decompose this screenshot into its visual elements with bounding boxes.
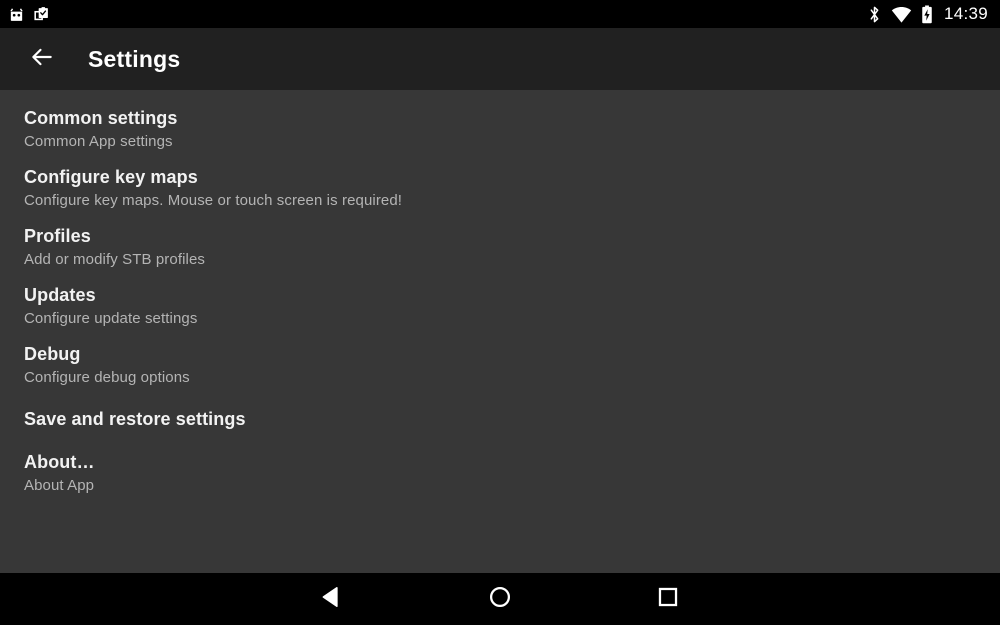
status-bar: 14:39 (0, 0, 1000, 28)
navigation-bar (0, 573, 1000, 625)
wifi-icon (891, 6, 912, 23)
settings-item-title: About… (24, 452, 95, 472)
settings-item-profiles[interactable]: Profiles Add or modify STB profiles (0, 218, 1000, 277)
settings-item-summary: About App (24, 477, 95, 494)
settings-item-configure-key-maps[interactable]: Configure key maps Configure key maps. M… (0, 159, 1000, 218)
settings-item-summary: Add or modify STB profiles (24, 251, 206, 268)
settings-item-debug[interactable]: Debug Configure debug options (0, 336, 1000, 395)
settings-item-title: Debug (24, 344, 81, 364)
settings-item-summary: Common App settings (24, 133, 173, 150)
settings-item-updates[interactable]: Updates Configure update settings (0, 277, 1000, 336)
status-bar-system-icons: 14:39 (867, 4, 988, 24)
settings-item-about[interactable]: About… About App (0, 444, 1000, 503)
settings-item-title: Profiles (24, 226, 91, 246)
settings-list: Common settings Common App settings Conf… (0, 90, 1000, 573)
recents-square-icon (655, 584, 681, 615)
battery-charging-icon (921, 4, 933, 24)
android-device-screen: 14:39 Settings Common settings Common Ap… (0, 0, 1000, 625)
back-triangle-icon (319, 584, 345, 615)
back-button[interactable] (22, 39, 62, 79)
back-arrow-icon (29, 44, 55, 75)
settings-item-title: Save and restore settings (24, 409, 246, 429)
nav-back-button[interactable] (248, 573, 416, 625)
settings-item-title: Configure key maps (24, 167, 198, 187)
bluetooth-icon (867, 5, 882, 24)
home-circle-icon (487, 584, 513, 615)
nav-home-button[interactable] (416, 573, 584, 625)
settings-item-title: Updates (24, 285, 96, 305)
settings-item-title: Common settings (24, 108, 178, 128)
app-bar: Settings (0, 28, 1000, 90)
settings-item-summary: Configure update settings (24, 310, 198, 327)
page-title: Settings (88, 45, 181, 72)
status-bar-notification-icons (8, 6, 50, 23)
settings-item-summary: Configure key maps. Mouse or touch scree… (24, 192, 403, 209)
settings-item-common-settings[interactable]: Common settings Common App settings (0, 100, 1000, 159)
status-bar-clock: 14:39 (943, 4, 988, 23)
settings-item-summary: Configure debug options (24, 369, 190, 386)
settings-item-save-and-restore-settings[interactable]: Save and restore settings (0, 395, 1000, 444)
nav-recents-button[interactable] (584, 573, 752, 625)
robot-notification-icon (8, 6, 25, 23)
clipboard-check-icon (33, 6, 50, 23)
